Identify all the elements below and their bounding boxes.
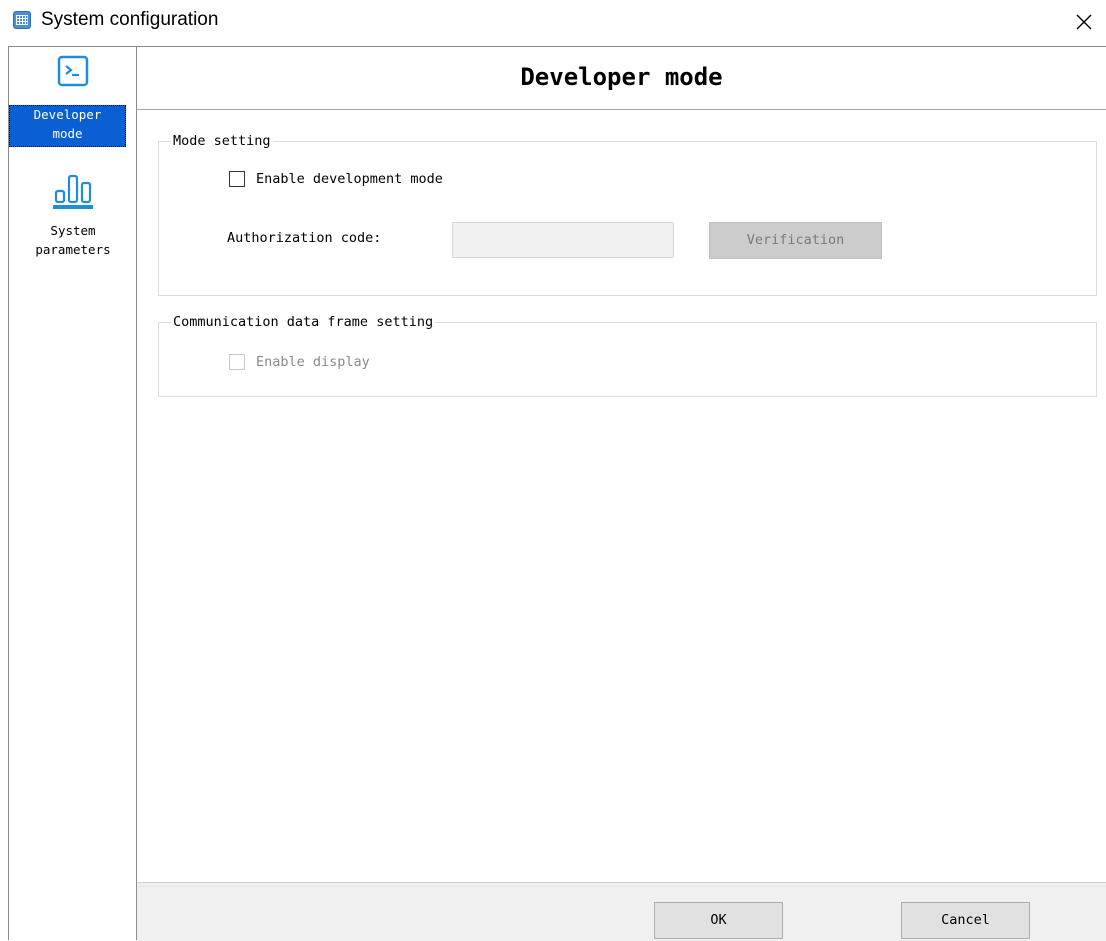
enable-development-mode-checkbox[interactable] [229, 171, 245, 187]
dialog-footer: OK Cancel [137, 882, 1106, 941]
window-title: System configuration [41, 9, 219, 30]
system-configuration-dialog: System configuration Developer mode Syst… [0, 0, 1106, 941]
page-header: Developer mode [137, 46, 1106, 110]
footer-divider [137, 886, 1106, 887]
mode-setting-group: Mode setting Enable development mode Aut… [158, 131, 1097, 296]
title-bar: System configuration [0, 0, 1106, 44]
group-legend: Communication data frame setting [171, 312, 436, 332]
checkbox-label: Enable development mode [256, 171, 443, 187]
terminal-icon [57, 55, 89, 87]
bar-chart-icon [53, 174, 93, 209]
checkbox-label: Enable display [256, 354, 370, 370]
enable-display-checkbox[interactable] [229, 354, 245, 370]
ok-button[interactable]: OK [654, 902, 783, 939]
group-legend: Mode setting [171, 131, 273, 151]
close-icon[interactable] [1072, 10, 1096, 34]
page-title: Developer mode [520, 63, 723, 91]
sidebar-item-system-parameters[interactable]: System parameters [9, 165, 137, 275]
sidebar-item-label: Developer mode [9, 105, 126, 147]
main-panel: Developer mode Mode setting Enable devel… [137, 46, 1106, 941]
content-area: Mode setting Enable development mode Aut… [137, 110, 1106, 882]
cancel-button[interactable]: Cancel [901, 902, 1030, 939]
verification-button[interactable]: Verification [709, 222, 882, 259]
sidebar-item-developer-mode[interactable]: Developer mode [9, 55, 137, 151]
authorization-code-input[interactable] [452, 222, 674, 258]
enable-display-option[interactable]: Enable display [229, 352, 370, 372]
app-window-icon [13, 11, 31, 29]
sidebar: Developer mode System parameters [8, 46, 137, 940]
communication-data-frame-group: Communication data frame setting Enable … [158, 312, 1097, 397]
sidebar-item-label: System parameters [35, 223, 111, 257]
authorization-code-label: Authorization code: [227, 230, 382, 246]
enable-development-mode-option[interactable]: Enable development mode [229, 169, 443, 189]
